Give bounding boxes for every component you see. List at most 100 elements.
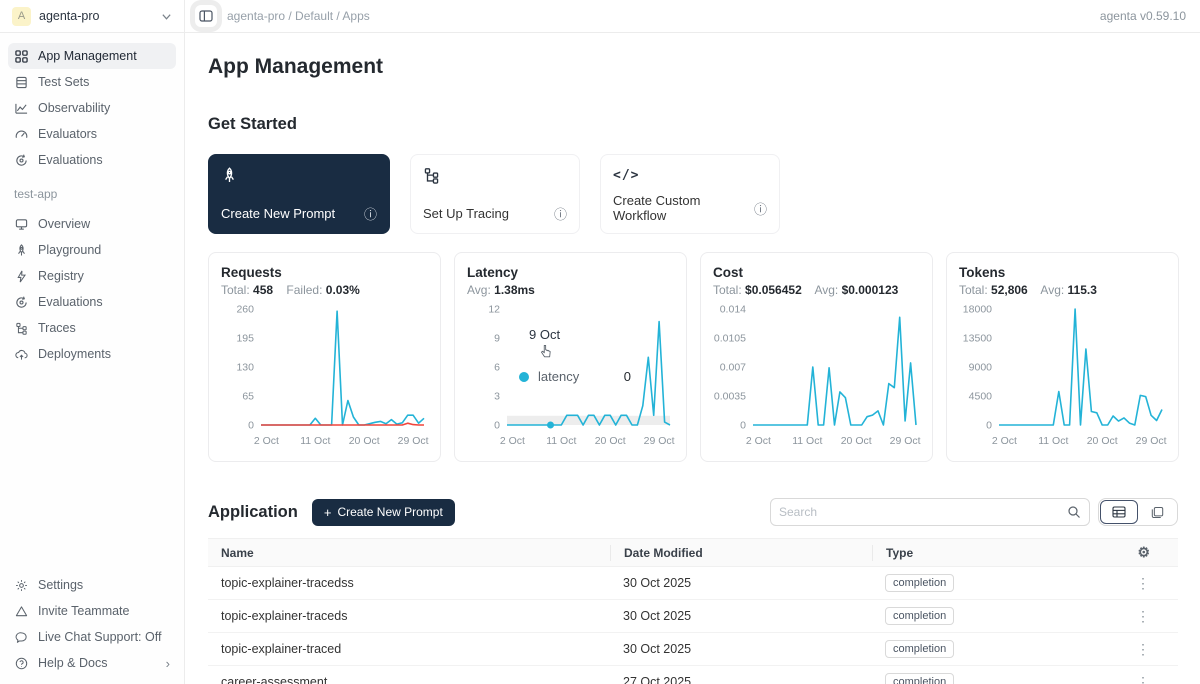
sidebar-item-label: Live Chat Support: Off: [38, 630, 161, 644]
app-name: topic-explainer-tracedss: [208, 576, 610, 590]
sidebar-item-overview[interactable]: Overview: [8, 211, 176, 237]
requests-chart-card: Requests Total: 458 Failed: 0.03% 260195…: [208, 252, 441, 462]
svg-text:29 Oct: 29 Oct: [644, 435, 675, 447]
code-icon: </>: [613, 165, 767, 185]
app-version: agenta v0.59.10: [1100, 9, 1200, 23]
sidebar: App Management Test Sets Observability E…: [0, 33, 185, 684]
type-badge: completion: [885, 640, 954, 658]
svg-text:260: 260: [236, 304, 254, 316]
registry-icon: [14, 269, 29, 284]
svg-text:2 Oct: 2 Oct: [746, 435, 771, 447]
create-new-prompt-button[interactable]: + Create New Prompt: [312, 499, 455, 526]
workspace-name: agenta-pro: [39, 9, 161, 23]
app-date: 30 Oct 2025: [610, 576, 872, 590]
breadcrumb[interactable]: agenta-pro / Default / Apps: [227, 9, 370, 23]
chart-tooltip: 9 Oct latency 0: [511, 323, 639, 392]
sidebar-item-evaluators[interactable]: Evaluators: [8, 121, 176, 147]
sidebar-item-traces[interactable]: Traces: [8, 315, 176, 341]
create-custom-workflow-card[interactable]: </> Create Custom Workflow ⓘ: [600, 154, 780, 234]
info-icon[interactable]: ⓘ: [540, 204, 567, 223]
main-content: App Management Get Started Create New Pr…: [185, 33, 1200, 684]
breadcrumb-zone: agenta-pro / Default / Apps agenta v0.59…: [185, 5, 1200, 27]
tooltip-series-row: latency 0: [519, 369, 631, 384]
search-box: [770, 498, 1090, 526]
chart-title: Requests: [221, 265, 428, 280]
create-new-prompt-card[interactable]: Create New Prompt ⓘ: [208, 154, 390, 234]
plus-icon: +: [324, 505, 332, 520]
sidebar-item-label: Registry: [38, 269, 84, 283]
sidebar-item-label: Evaluations: [38, 153, 103, 167]
cost-chart[interactable]: 0.0140.01050.0070.003502 Oct11 Oct20 Oct…: [713, 301, 920, 456]
info-icon[interactable]: ⓘ: [350, 204, 377, 223]
tooltip-series-value: 0: [624, 369, 631, 384]
svg-text:130: 130: [236, 362, 254, 374]
chart-title: Latency: [467, 265, 674, 280]
sidebar-item-label: App Management: [38, 49, 137, 63]
app-name: career-assessment: [208, 675, 610, 684]
column-header-date-modified[interactable]: Date Modified: [610, 545, 872, 561]
table-row[interactable]: topic-explainer-traceds 30 Oct 2025 comp…: [208, 600, 1178, 633]
app-date: 30 Oct 2025: [610, 642, 872, 656]
svg-text:20 Oct: 20 Oct: [595, 435, 626, 447]
svg-text:11 Oct: 11 Oct: [546, 435, 576, 447]
sidebar-item-label: Playground: [38, 243, 101, 257]
svg-text:65: 65: [242, 391, 254, 403]
table-view-button[interactable]: [1100, 500, 1138, 524]
svg-text:29 Oct: 29 Oct: [398, 435, 429, 447]
sidebar-item-label: Deployments: [38, 347, 111, 361]
latency-chart-card: Latency Avg: 1.38ms 1296302 Oct11 Oct20 …: [454, 252, 687, 462]
table-settings-gear-icon[interactable]: ⚙: [1137, 544, 1150, 561]
svg-text:4500: 4500: [969, 391, 993, 403]
card-label: Create Custom Workflow: [613, 193, 740, 223]
table-row[interactable]: career-assessment 27 Oct 2025 completion…: [208, 666, 1178, 684]
search-icon[interactable]: [1067, 505, 1081, 519]
sidebar-item-help-docs[interactable]: Help & Docs ›: [8, 650, 176, 676]
row-menu-icon[interactable]: ⋮: [1136, 674, 1150, 684]
table-header: Name Date Modified Type ⚙: [208, 538, 1178, 567]
top-bar: A agenta-pro agenta-pro / Default / Apps…: [0, 0, 1200, 33]
workspace-selector[interactable]: A agenta-pro: [0, 0, 185, 32]
evaluators-icon: [14, 127, 29, 142]
get-started-cards: Create New Prompt ⓘ Set Up Tracing ⓘ </>…: [208, 154, 1178, 234]
row-menu-icon[interactable]: ⋮: [1136, 575, 1150, 592]
svg-text:6: 6: [494, 362, 500, 374]
tokens-chart[interactable]: 18000135009000450002 Oct11 Oct20 Oct29 O…: [959, 301, 1166, 456]
sidebar-item-settings[interactable]: Settings: [8, 572, 176, 598]
set-up-tracing-card[interactable]: Set Up Tracing ⓘ: [410, 154, 580, 234]
sidebar-item-app-management[interactable]: App Management: [8, 43, 176, 69]
tooltip-date: 9 Oct: [529, 327, 631, 342]
sidebar-item-observability[interactable]: Observability: [8, 95, 176, 121]
tracing-icon: [423, 165, 567, 185]
svg-text:9000: 9000: [969, 362, 993, 374]
sidebar-item-evaluations[interactable]: Evaluations: [8, 147, 176, 173]
column-header-type[interactable]: Type: [872, 545, 1090, 561]
info-icon[interactable]: ⓘ: [740, 199, 767, 218]
chart-stats: Total: 52,806 Avg: 115.3: [959, 283, 1166, 297]
sidebar-item-test-sets[interactable]: Test Sets: [8, 69, 176, 95]
sidebar-item-label: Evaluations: [38, 295, 103, 309]
sidebar-item-evaluations-app[interactable]: Evaluations: [8, 289, 176, 315]
sidebar-item-playground[interactable]: Playground: [8, 237, 176, 263]
app-date: 27 Oct 2025: [610, 675, 872, 684]
row-menu-icon[interactable]: ⋮: [1136, 608, 1150, 625]
svg-text:29 Oct: 29 Oct: [890, 435, 921, 447]
table-row[interactable]: topic-explainer-tracedss 30 Oct 2025 com…: [208, 567, 1178, 600]
column-header-name[interactable]: Name: [208, 546, 610, 560]
sidebar-item-invite-teammate[interactable]: Invite Teammate: [8, 598, 176, 624]
app-date: 30 Oct 2025: [610, 609, 872, 623]
sidebar-item-registry[interactable]: Registry: [8, 263, 176, 289]
requests-chart[interactable]: 2601951306502 Oct11 Oct20 Oct29 Oct: [221, 301, 428, 456]
app-name: topic-explainer-traceds: [208, 609, 610, 623]
view-toggle: [1098, 498, 1178, 526]
svg-text:12: 12: [488, 304, 500, 316]
sidebar-item-label: Observability: [38, 101, 110, 115]
search-input[interactable]: [779, 505, 1067, 519]
table-row[interactable]: topic-explainer-traced 30 Oct 2025 compl…: [208, 633, 1178, 666]
sidebar-item-deployments[interactable]: Deployments: [8, 341, 176, 367]
sidebar-collapse-icon[interactable]: [195, 5, 217, 27]
card-view-button[interactable]: [1138, 500, 1176, 524]
rocket-icon: [221, 165, 377, 185]
row-menu-icon[interactable]: ⋮: [1136, 641, 1150, 658]
sidebar-item-live-chat-support[interactable]: Live Chat Support: Off: [8, 624, 176, 650]
card-label: Create New Prompt: [221, 206, 335, 221]
